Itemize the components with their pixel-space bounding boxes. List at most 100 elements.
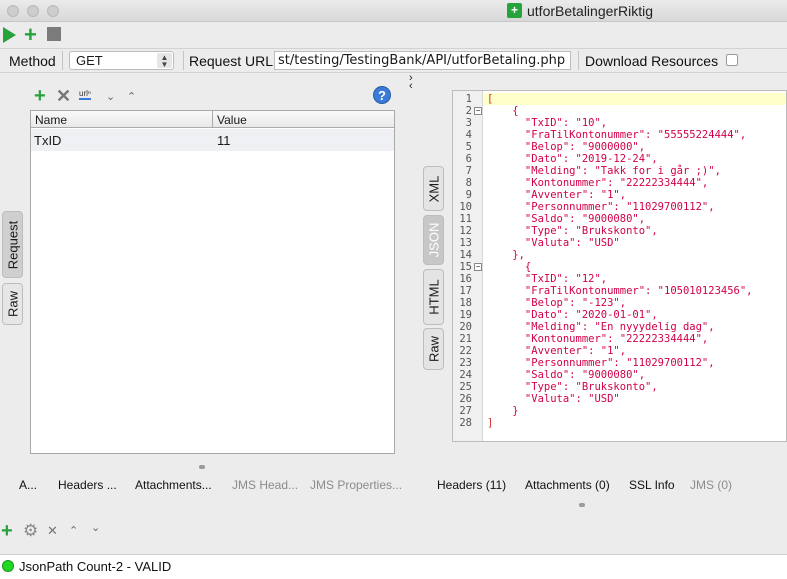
line-number: 4 — [465, 129, 472, 141]
gear-icon[interactable]: ⚙ — [23, 521, 38, 541]
fold-toggle-icon[interactable]: − — [474, 107, 482, 115]
line-number: 20 — [459, 321, 472, 333]
column-header-name[interactable]: Name — [31, 111, 213, 128]
code-line: 6 "Dato": "2019-12-24", — [453, 153, 786, 165]
tab-jms-properties[interactable]: JMS Properties... — [310, 478, 402, 492]
line-number: 21 — [459, 333, 472, 345]
request-bar: Method GET ▲ ▼ Request URL: st/testing/Te… — [0, 48, 787, 73]
download-resources-checkbox[interactable] — [726, 54, 738, 66]
param-value-cell[interactable]: 11 — [217, 133, 231, 148]
tab-jms-headers[interactable]: JMS Head... — [232, 478, 298, 492]
code-line: 8 "Kontonummer": "22222334444", — [453, 177, 786, 189]
stop-icon[interactable] — [47, 27, 61, 41]
method-value: GET — [76, 53, 103, 68]
method-select[interactable]: GET ▲ ▼ — [69, 51, 174, 70]
line-number: 17 — [459, 285, 472, 297]
tab-response-attachments[interactable]: Attachments (0) — [525, 478, 610, 492]
code-line: 13 "Valuta": "USD" — [453, 237, 786, 249]
tab-xml-label: XML — [426, 175, 441, 202]
line-number: 19 — [459, 309, 472, 321]
tab-raw-response[interactable]: Raw — [423, 328, 444, 370]
fold-toggle-icon[interactable]: − — [474, 263, 482, 271]
remove-assertion-icon[interactable]: ✕ — [47, 523, 58, 539]
help-icon[interactable]: ? — [373, 86, 391, 104]
code-text: "Valuta": "USD" — [487, 237, 620, 249]
code-text: "Kontonummer": "22222334444", — [487, 333, 709, 345]
move-up-icon[interactable]: ⌃ — [127, 90, 136, 103]
url-encode-icon[interactable]: urlⁿ — [79, 89, 91, 100]
move-down-icon[interactable]: ⌄ — [106, 90, 115, 103]
add-param-icon[interactable]: + — [34, 86, 46, 106]
request-params-panel: + ✕ urlⁿ ⌄ ⌃ ? Name Value TxID 11 — [26, 80, 405, 456]
code-text: "Saldo": "9000080", — [487, 213, 646, 225]
tab-json[interactable]: JSON — [423, 215, 444, 265]
code-text: "FraTilKontonummer": "105010123456", — [487, 285, 753, 297]
tab-jms[interactable]: JMS (0) — [690, 478, 732, 492]
code-line: 20 "Melding": "En nyyydelig dag", — [453, 321, 786, 333]
table-row[interactable] — [31, 129, 394, 151]
line-number: 6 — [465, 153, 472, 165]
close-window-button[interactable] — [7, 5, 19, 17]
divider — [183, 51, 184, 70]
code-text: [ — [487, 93, 494, 105]
line-number: 1 — [465, 93, 472, 105]
tab-raw-label: Raw — [5, 290, 20, 318]
move-up-icon[interactable]: ⌃ — [69, 524, 78, 537]
code-text: "Type": "Brukskonto", — [487, 381, 658, 393]
code-line: 16 "TxID": "12", — [453, 273, 786, 285]
tab-raw-label: Raw — [426, 335, 441, 363]
line-number: 8 — [465, 177, 472, 189]
tab-auth[interactable]: A... — [19, 478, 37, 492]
add-icon[interactable]: + — [24, 24, 37, 46]
line-number: 9 — [465, 189, 472, 201]
code-line: 24 "Saldo": "9000080", — [453, 369, 786, 381]
code-line: 28] — [453, 417, 786, 429]
minimize-window-button[interactable] — [27, 5, 39, 17]
code-line: 7 "Melding": "Takk for i går ;)", — [453, 165, 786, 177]
splitter-handle[interactable] — [579, 503, 585, 507]
window-title: utforBetalingerRiktig — [527, 3, 654, 19]
tab-raw-request[interactable]: Raw — [2, 283, 23, 325]
tab-html[interactable]: HTML — [423, 269, 444, 325]
remove-param-icon[interactable]: ✕ — [56, 86, 71, 107]
json-response-editor[interactable]: 1[2− {3 "TxID": "10", 4 "FraTilKontonumme… — [452, 90, 787, 442]
code-line: 23 "Personnummer": "11029700112", — [453, 357, 786, 369]
code-line: 22 "Avventer": "1", — [453, 345, 786, 357]
tab-xml[interactable]: XML — [423, 166, 444, 211]
line-number: 24 — [459, 369, 472, 381]
run-icon[interactable] — [3, 27, 16, 43]
line-number: 25 — [459, 381, 472, 393]
divider — [578, 51, 579, 70]
code-text: "Avventer": "1", — [487, 189, 627, 201]
divider — [62, 51, 63, 70]
tab-request-headers[interactable]: Headers ... — [58, 478, 117, 492]
line-number: 16 — [459, 273, 472, 285]
move-down-icon[interactable]: ⌄ — [91, 521, 100, 534]
code-line: 11 "Saldo": "9000080", — [453, 213, 786, 225]
zoom-window-button[interactable] — [47, 5, 59, 17]
tab-request-label: Request — [5, 220, 20, 269]
tab-request-attachments[interactable]: Attachments... — [135, 478, 212, 492]
tab-ssl-info[interactable]: SSL Info — [629, 478, 675, 492]
tab-request[interactable]: Request — [2, 211, 23, 278]
code-line: 21 "Kontonummer": "22222334444", — [453, 333, 786, 345]
code-text: { — [487, 105, 519, 117]
code-text: "Kontonummer": "22222334444", — [487, 177, 709, 189]
splitter-handle[interactable] — [199, 465, 205, 469]
code-line: 3 "TxID": "10", — [453, 117, 786, 129]
code-text: "Personnummer": "11029700112", — [487, 201, 715, 213]
line-number: 22 — [459, 345, 472, 357]
assertion-item[interactable]: JsonPath Count-2 - VALID — [19, 559, 171, 574]
line-number: 23 — [459, 357, 472, 369]
url-input[interactable]: st/testing/TestingBank/API/utforBetaling… — [274, 51, 571, 70]
tab-response-headers[interactable]: Headers (11) — [437, 478, 506, 492]
code-text: "Melding": "Takk for i går ;)", — [487, 165, 721, 177]
column-header-value[interactable]: Value — [213, 111, 394, 128]
code-line: 14 }, — [453, 249, 786, 261]
add-assertion-icon[interactable]: + — [1, 521, 13, 541]
code-line: 9 "Avventer": "1", — [453, 189, 786, 201]
param-name-cell[interactable]: TxID — [34, 133, 61, 148]
assertions-list: JsonPath Count-2 - VALID — [0, 554, 787, 579]
splitter-arrows-icon[interactable]: › ‹ — [409, 73, 413, 92]
line-number: 26 — [459, 393, 472, 405]
